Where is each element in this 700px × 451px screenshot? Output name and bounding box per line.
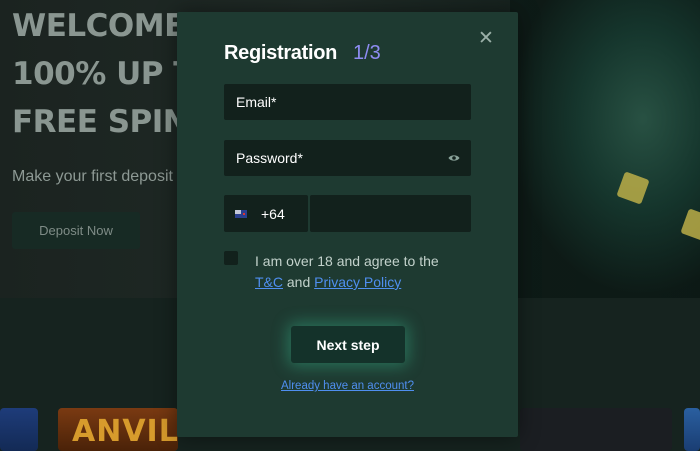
- terms-link[interactable]: T&C: [255, 274, 283, 290]
- game-tile[interactable]: [0, 408, 38, 451]
- phone-number-field[interactable]: [310, 195, 471, 232]
- hero-title-line-3: FREE SPINS: [12, 104, 182, 140]
- terms-checkbox[interactable]: [224, 251, 238, 265]
- hero-title: WELCOME BONUS 100% UP TO FREE SPINS: [12, 2, 182, 146]
- phone-country-code-select[interactable]: +64: [224, 195, 308, 232]
- hero-title-line-2: 100% UP TO: [12, 56, 182, 92]
- phone-number-input[interactable]: [310, 195, 471, 232]
- game-tile[interactable]: [520, 408, 672, 451]
- terms-text: I am over 18 and agree to the T&C and Pr…: [255, 251, 475, 293]
- close-icon[interactable]: ✕: [477, 29, 495, 48]
- email-field[interactable]: [224, 84, 471, 120]
- game-tile-title: ANVIL: [72, 414, 179, 449]
- hero-subtitle: Make your first deposit: [12, 168, 173, 185]
- eye-icon[interactable]: [448, 152, 460, 164]
- step-indicator: 1/3: [353, 42, 381, 64]
- privacy-policy-link[interactable]: Privacy Policy: [314, 274, 401, 290]
- game-tile-anvil[interactable]: ANVIL: [58, 408, 178, 451]
- registration-modal: Registration 1/3 ✕ +64 I am over 18 and …: [177, 12, 518, 437]
- login-link[interactable]: Already have an account?: [177, 380, 518, 392]
- password-field[interactable]: [224, 140, 471, 176]
- new-zealand-flag-icon: [235, 209, 247, 218]
- terms-and-text: and: [286, 274, 311, 290]
- phone-code-label: +64: [261, 205, 285, 222]
- hero-title-line-1: WELCOME BONUS: [12, 8, 182, 44]
- email-input[interactable]: [224, 84, 471, 120]
- modal-title: Registration: [224, 42, 338, 64]
- password-input[interactable]: [224, 140, 471, 176]
- deposit-now-button[interactable]: Deposit Now: [12, 212, 140, 249]
- game-tile[interactable]: [684, 408, 700, 451]
- terms-text-intro: I am over 18 and agree to the: [255, 253, 439, 269]
- next-step-button[interactable]: Next step: [291, 326, 405, 363]
